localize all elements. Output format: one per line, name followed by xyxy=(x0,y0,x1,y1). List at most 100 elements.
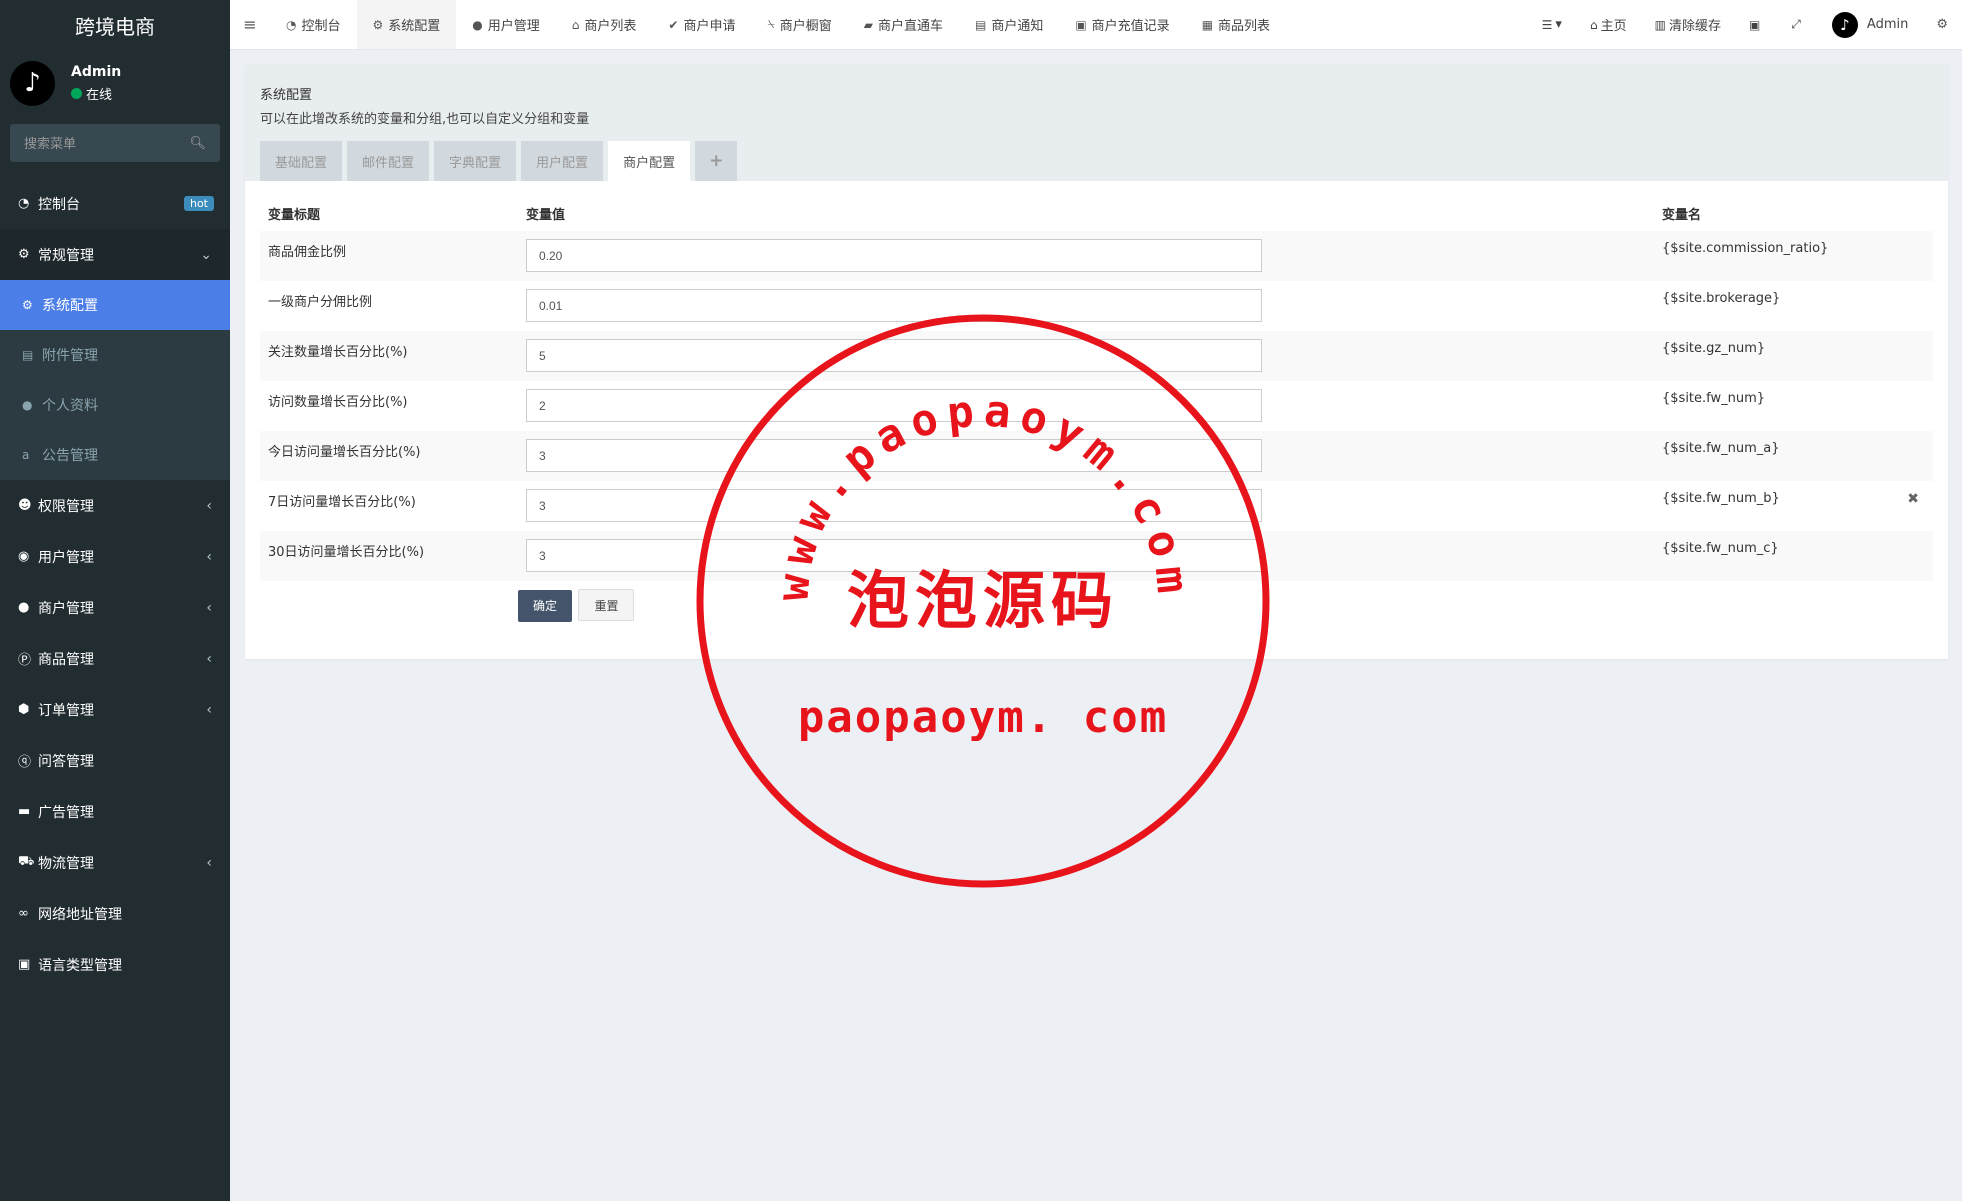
user-icon: ● xyxy=(22,398,33,412)
tab-merchant-express[interactable]: ▰ 商户直通车 xyxy=(848,0,959,49)
sidebar-item-permissions[interactable]: ☻ 权限管理 ‹ xyxy=(0,480,230,531)
row-value-cell xyxy=(518,231,1654,281)
sidebar-item-label: 用户管理 xyxy=(38,549,94,566)
sidebar-item-label: 网络地址管理 xyxy=(38,906,122,923)
reset-button[interactable]: 重置 xyxy=(578,589,635,621)
user-avatar: ♪ xyxy=(10,60,55,106)
delete-icon[interactable]: ✖ xyxy=(1907,491,1919,507)
tab-product-list[interactable]: ▦ 商品列表 xyxy=(1186,0,1286,49)
page-description: 可以在此增改系统的变量和分组,也可以自定义分组和变量 xyxy=(260,112,590,127)
row-title: 今日访问量增长百分比(%) xyxy=(260,431,518,481)
sidebar-item-label: 物流管理 xyxy=(38,855,94,872)
tab-dictionary-config[interactable]: 字典配置 xyxy=(434,141,517,181)
notice-icon: ▤ xyxy=(974,17,987,32)
language-toggle[interactable]: ▣ xyxy=(1735,0,1777,49)
sidebar: 跨境电商 ♪ Admin 在线 🔍︎ ◔ 控制台 hot ⚙ 常规管理 ⌄ ⚙ … xyxy=(0,0,230,1201)
submit-button[interactable]: 确定 xyxy=(518,590,573,622)
user-status: 在线 xyxy=(71,84,121,103)
home-icon: ⌂ xyxy=(1589,17,1598,32)
user-panel: ♪ Admin 在线 xyxy=(0,50,230,116)
sidebar-item-label: 系统配置 xyxy=(42,298,98,314)
sidebar-item-general[interactable]: ⚙ 常规管理 ⌄ xyxy=(0,229,230,280)
sidebar-item-system-config[interactable]: ⚙ 系统配置 xyxy=(0,280,230,330)
header-avatar: ♪ xyxy=(1831,11,1858,38)
column-header-title: 变量标题 xyxy=(268,207,321,223)
sidebar-item-products[interactable]: Ⓟ 商品管理 ‹ xyxy=(0,633,230,684)
user-status-label: 在线 xyxy=(86,87,113,103)
home-link[interactable]: ⌂ 主页 xyxy=(1576,0,1641,49)
trash-icon: ▥ xyxy=(1654,17,1666,32)
sidebar-item-language-types[interactable]: ▣ 语言类型管理 xyxy=(0,939,230,990)
dashboard-icon: ◔ xyxy=(18,196,30,211)
sidebar-item-attachments[interactable]: ▤ 附件管理 xyxy=(0,330,230,380)
tab-merchant-list[interactable]: ⌂ 商户列表 xyxy=(556,0,653,49)
sidebar-item-users[interactable]: ◉ 用户管理 ‹ xyxy=(0,531,230,582)
chevron-left-icon: ‹ xyxy=(206,854,212,871)
tab-dashboard[interactable]: ◔ 控制台 xyxy=(270,0,357,49)
sidebar-item-label: 常规管理 xyxy=(38,247,94,264)
config-group-tabs: 基础配置 邮件配置 字典配置 用户配置 商户配置 + xyxy=(260,141,742,181)
row-var-name: {$site.commission_ratio} xyxy=(1654,231,1933,281)
tab-email-config[interactable]: 邮件配置 xyxy=(347,141,430,181)
gear-icon: ⚙ xyxy=(372,17,384,32)
tab-merchant-apply[interactable]: ✔ 商户申请 xyxy=(652,0,751,49)
menu-search-input[interactable] xyxy=(24,135,174,151)
money-icon: ▣ xyxy=(1075,17,1087,32)
sidebar-item-dashboard[interactable]: ◔ 控制台 hot xyxy=(0,178,230,229)
credit-card-icon: ▬ xyxy=(18,804,31,819)
sidebar-item-ads[interactable]: ▬ 广告管理 xyxy=(0,786,230,837)
tab-list-dropdown[interactable]: ☰ ▾ xyxy=(1528,0,1576,49)
app-logo[interactable]: 跨境电商 xyxy=(0,0,230,50)
sidebar-item-profile[interactable]: ● 个人资料 xyxy=(0,380,230,430)
chevron-left-icon: ‹ xyxy=(206,599,212,616)
caret-down-icon: ▾ xyxy=(1555,17,1562,32)
tab-label: 商户直通车 xyxy=(877,19,943,34)
sidebar-item-logistics[interactable]: ⛟ 物流管理 ‹ xyxy=(0,837,230,888)
tab-merchant-config[interactable]: 商户配置 xyxy=(608,141,691,181)
nav-tabs: ◔ 控制台 ⚙ 系统配置 ● 用户管理 ⌂ 商户列表 ✔ 商户申请 ⍀ 商户橱窗 ▰ 商户直通… xyxy=(270,0,1286,49)
sidebar-item-merchants[interactable]: ● 商户管理 ‹ xyxy=(0,582,230,633)
header-right: ☰ ▾ ⌂ 主页 ▥ 清除缓存 ▣ ⤢ ♪ Admin ⚙ xyxy=(1528,0,1962,49)
dashboard-icon: ◔ xyxy=(286,17,297,32)
submenu-general: ⚙ 系统配置 ▤ 附件管理 ● 个人资料 a 公告管理 xyxy=(0,280,230,480)
gear-icon: ⚙ xyxy=(22,298,33,312)
tab-user-config[interactable]: 用户配置 xyxy=(521,141,604,181)
row-var-name: {$site.fw_num_c} xyxy=(1654,531,1933,581)
clear-cache-button[interactable]: ▥ 清除缓存 xyxy=(1641,0,1735,49)
sidebar-item-announcements[interactable]: a 公告管理 xyxy=(0,430,230,480)
tab-label: 商户申请 xyxy=(683,19,736,34)
online-dot-icon xyxy=(71,87,82,99)
clear-cache-label: 清除缓存 xyxy=(1668,19,1721,34)
sidebar-item-orders[interactable]: ⬢ 订单管理 ‹ xyxy=(0,684,230,735)
tab-user-management[interactable]: ● 用户管理 xyxy=(456,0,556,49)
tab-label: 用户管理 xyxy=(487,19,540,34)
menu-toggle-icon[interactable]: ≡ xyxy=(230,15,270,34)
hot-badge: hot xyxy=(183,196,214,211)
row-title: 30日访问量增长百分比(%) xyxy=(260,531,518,581)
sidebar-item-qa[interactable]: ⓠ 问答管理 xyxy=(0,735,230,786)
expand-icon: ⤢ xyxy=(1791,17,1801,31)
search-icon[interactable]: 🔍︎ xyxy=(189,136,206,151)
tab-merchant-notice[interactable]: ▤ 商户通知 xyxy=(959,0,1059,49)
tab-basic-config[interactable]: 基础配置 xyxy=(260,141,343,181)
settings-button[interactable]: ⚙ xyxy=(1922,0,1962,49)
tab-system-config[interactable]: ⚙ 系统配置 xyxy=(356,0,457,49)
row-title: 一级商户分佣比例 xyxy=(268,295,373,310)
watermark-center-text: 泡泡源码 xyxy=(847,564,1119,637)
tab-merchant-showcase[interactable]: ⍀ 商户橱窗 xyxy=(752,0,848,49)
add-group-button[interactable]: + xyxy=(695,141,738,181)
sidebar-search: 🔍︎ xyxy=(10,124,220,162)
fullscreen-button[interactable]: ⤢ xyxy=(1777,0,1818,49)
tab-merchant-recharge[interactable]: ▣ 商户充值记录 xyxy=(1059,0,1185,49)
tab-label: 商户通知 xyxy=(991,19,1044,34)
row-title: 7日访问量增长百分比(%) xyxy=(268,495,416,510)
sidebar-item-label: 附件管理 xyxy=(42,348,98,364)
top-header: ≡ ◔ 控制台 ⚙ 系统配置 ● 用户管理 ⌂ 商户列表 ✔ 商户申请 ⍀ 商户橱窗 ▰ 商户… xyxy=(230,0,1962,50)
config-value-input[interactable] xyxy=(526,239,1262,272)
tab-label: 系统配置 xyxy=(388,19,441,34)
sidebar-item-network-address[interactable]: ∞ 网络地址管理 xyxy=(0,888,230,939)
truck-icon: ⛟ xyxy=(18,854,35,869)
user-menu[interactable]: ♪ Admin xyxy=(1818,0,1922,49)
column-header-name: 变量名 xyxy=(1662,207,1702,223)
row-title: 关注数量增长百分比(%) xyxy=(260,331,518,381)
